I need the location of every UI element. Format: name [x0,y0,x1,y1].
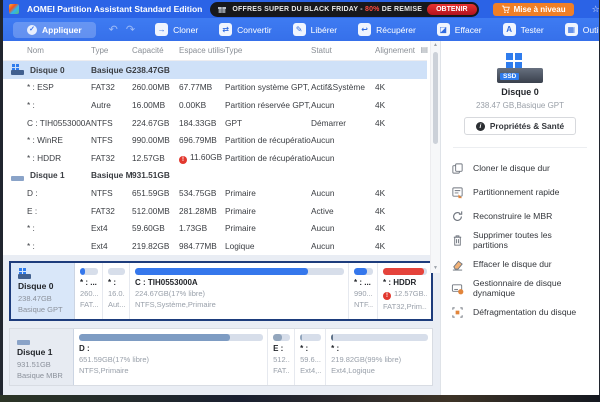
tools-icon: ▦ [565,23,578,36]
disk0-panel[interactable]: Disque 0 238.47GB Basique GPT * : ... 26… [9,261,433,321]
disk0-panel-label: Disque 0 238.47GB Basique GPT [11,263,75,319]
partition-block-ext4-2[interactable]: * : 219.82GB(99% libre) Ext4,Logique [326,329,432,385]
disk1-panel[interactable]: Disque 1 931.51GB Basique MBR D : 651.59… [9,328,433,386]
info-icon: i [476,122,485,131]
promo-banner[interactable]: OFFRES SUPER DU BLACK FRIDAY - 80% DE RE… [210,2,478,17]
partition-block-hddr[interactable]: * : HDDR !12.57GB... FAT32,Prim... [378,263,431,319]
toolbar-item-liberer[interactable]: ✎ Libérer [286,21,344,38]
partition-block-msr[interactable]: * : 16.0... Aut... [103,263,130,319]
sidebar: SSD Disque 0 238.47 GB,Basique GPT i Pro… [440,41,599,395]
table-row-e[interactable]: E : FAT32 512.00MB 281.28MB Primaire Act… [3,202,427,220]
action-disk-defrag[interactable]: Défragmentation du disque [451,300,589,324]
column-settings-icon[interactable]: ▤ [420,45,428,54]
table-header: Nom Type Capacité Espace utilisé Type St… [3,41,427,61]
recover-icon: ↩ [358,23,371,36]
partition-block-d[interactable]: D : 651.59GB(17% libre) NTFS,Primaire [74,329,268,385]
sidebar-divider [453,147,587,148]
partition-block-winre[interactable]: * : ... 990... NTF... [349,263,378,319]
desktop-edge [0,395,600,402]
upgrade-button[interactable]: Mise à niveau [493,3,574,16]
promo-text: OFFRES SUPER DU BLACK FRIDAY - 80% DE RE… [232,6,422,13]
free-up-icon: ✎ [293,23,306,36]
wipe-icon: ◪ [437,23,450,36]
toolbar-item-convertir[interactable]: ⇄ Convertir [212,21,278,38]
toolbar-item-outils[interactable]: ▦ Outils [558,21,599,38]
dynamic-disk-icon [451,282,464,295]
clone-icon: → [155,23,168,36]
undo-redo: ↶ ↷ [109,23,135,36]
partition-block-c[interactable]: C : TIH0553000A 224.67GB(17% libre) NTFS… [130,263,349,319]
quick-partition-icon [451,186,464,199]
vertical-scrollbar[interactable]: ▲ ▼ [430,41,440,273]
table-row-disk1[interactable]: Disque 1 Basique MBR 931.51GB [3,167,427,185]
properties-health-button[interactable]: i Propriétés & Santé [464,117,576,135]
app-title: AOMEI Partition Assistant Standard Editi… [27,4,202,14]
toolbar-item-cloner[interactable]: → Cloner [148,21,205,38]
disk-icon [17,334,31,345]
cart-icon [501,5,510,14]
sidebar-actions: Cloner le disque dur Partitionnement rap… [441,152,599,328]
convert-icon: ⇄ [219,23,232,36]
apply-button[interactable]: ✓ Appliquer [13,22,96,38]
table-row-hddr[interactable]: * : HDDR FAT32 12.57GB !11.60GB Partitio… [3,149,427,167]
sidebar-disk-info: 238.47 GB,Basique GPT [441,101,599,110]
defrag-icon [451,306,464,319]
scroll-up-icon[interactable]: ▲ [431,41,440,50]
clone-disk-icon [451,162,464,175]
disk-icon [11,170,25,181]
warning-icon: ! [383,292,391,300]
table-row-winre[interactable]: * : WinRE NTFS 990.00MB 696.79MB Partiti… [3,131,427,149]
obtenir-button[interactable]: OBTENIR [427,4,477,15]
toolbar: ✓ Appliquer ↶ ↷ → Cloner ⇄ Convertir ✎ L… [3,18,599,41]
partition-table: Nom Type Capacité Espace utilisé Type St… [3,41,440,255]
redo-icon[interactable]: ↷ [126,23,135,36]
table-row-d[interactable]: D : NTFS 651.59GB 534.75GB Primaire Aucu… [3,184,427,202]
table-row-esp[interactable]: * : ESP FAT32 260.00MB 67.77MB Partition… [3,79,427,97]
main-area: Nom Type Capacité Espace utilisé Type St… [3,41,440,395]
disk1-panel-label: Disque 1 931.51GB Basique MBR [10,329,74,385]
windows-disk-icon [11,64,25,75]
titlebar: AOMEI Partition Assistant Standard Editi… [3,0,599,18]
action-clone-disk[interactable]: Cloner le disque dur [451,156,589,180]
action-dynamic-disk-manager[interactable]: Gestionnaire de disque dynamique [451,276,589,300]
table-row-c[interactable]: C : TIH0553000A NTFS 224.67GB 184.33GB G… [3,114,427,132]
app-logo [9,4,19,14]
gift-icon [217,4,227,14]
titlebar-icons: ☆ ↻ ≡ – □ × [592,3,599,15]
partition-block-esp[interactable]: * : ... 260... FAT... [75,263,103,319]
check-icon: ✓ [27,25,37,35]
undo-icon[interactable]: ↶ [109,23,118,36]
table-row-msr[interactable]: * : Autre 16.00MB 0.00KB Partition réser… [3,96,427,114]
rebuild-mbr-icon [451,210,464,223]
test-icon: A [503,23,516,36]
star-icon[interactable]: ☆ [592,4,599,14]
action-wipe-disk[interactable]: Effacer le disque dur [451,252,589,276]
partition-block-ext4-1[interactable]: * : 59.6... Ext4,... [295,329,326,385]
wipe-disk-icon [451,258,464,271]
toolbar-item-tester[interactable]: A Tester [496,21,551,38]
toolbar-item-recuperer[interactable]: ↩ Récupérer [351,21,423,38]
sidebar-disk-name: Disque 0 [441,87,599,97]
table-row-ext4-1[interactable]: * : Ext4 59.60GB 1.73GB Primaire Aucun 4… [3,219,427,237]
action-delete-all-partitions[interactable]: Supprimer toutes les partitions [451,228,589,252]
windows-disk-icon [18,268,32,279]
scroll-down-icon[interactable]: ▼ [431,264,440,273]
disk-map-area: Disque 0 238.47GB Basique GPT * : ... 26… [3,255,440,395]
warning-icon: ! [179,156,187,164]
action-rebuild-mbr[interactable]: Reconstruire le MBR [451,204,589,228]
toolbar-item-effacer[interactable]: ◪ Effacer [430,21,489,38]
trash-icon [451,234,464,247]
table-row-ext4-2[interactable]: * : Ext4 219.82GB 984.77MB Logique Aucun… [3,237,427,255]
partition-block-e[interactable]: E : 512... FAT... [268,329,295,385]
app-window: AOMEI Partition Assistant Standard Editi… [3,0,599,395]
ssd-disk-image: SSD [497,53,543,83]
scroll-thumb[interactable] [433,52,438,144]
table-row-disk0[interactable]: Disque 0 Basique GPT 238.47GB [3,61,427,79]
action-quick-partition[interactable]: Partitionnement rapide [451,180,589,204]
